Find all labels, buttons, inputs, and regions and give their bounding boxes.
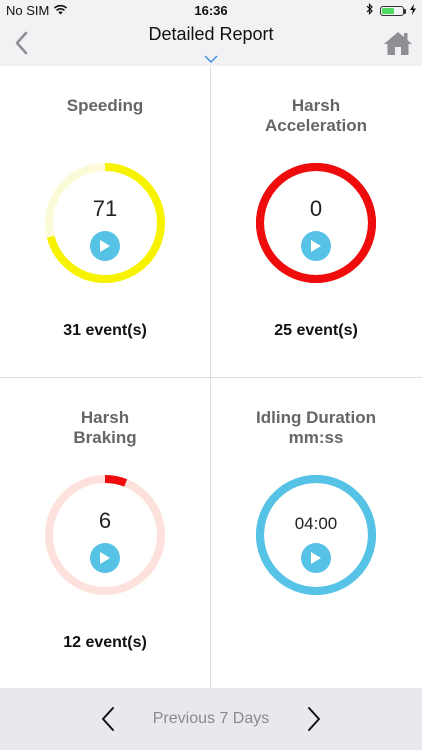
events-count: 31 event(s) <box>63 322 147 339</box>
chevron-down-icon <box>204 55 218 63</box>
speeding-gauge: 71 <box>44 162 166 284</box>
harsh-braking-tile[interactable]: Harsh Braking 6 12 event(s) <box>0 378 210 688</box>
bluetooth-icon <box>366 3 374 18</box>
play-icon <box>100 240 110 252</box>
page-title: Detailed Report <box>148 24 274 44</box>
status-time: 16:36 <box>194 3 228 18</box>
gauge-progress <box>256 475 376 595</box>
play-button[interactable] <box>301 543 331 573</box>
title-dropdown-button[interactable] <box>203 51 219 63</box>
gauge-value: 71 <box>92 196 118 221</box>
harsh-acceleration-tile[interactable]: Harsh Acceleration 0 25 event(s) <box>211 66 421 376</box>
tile-title-line: Harsh <box>80 408 130 427</box>
gauge-track <box>45 475 165 595</box>
tile-title-line: Harsh <box>291 96 341 115</box>
speeding-tile[interactable]: Speeding 71 31 event(s) <box>0 66 210 376</box>
play-button[interactable] <box>90 231 120 261</box>
next-period-button[interactable] <box>302 704 326 734</box>
tile-title-line: Idling Duration <box>256 408 376 427</box>
gauge-value: 6 <box>98 508 112 533</box>
tile-title: Harsh Braking <box>0 408 210 448</box>
chevron-right-icon <box>308 707 320 731</box>
home-icon <box>384 32 412 55</box>
tile-title-line: Acceleration <box>264 116 368 135</box>
report-grid: Speeding 71 31 event(s) Harsh Accelerati… <box>0 66 422 688</box>
app-screen: No SIM 16:36 Detailed Report Speeding 71… <box>0 0 422 750</box>
tile-title: Idling Duration mm:ss <box>211 408 421 448</box>
status-bar: No SIM 16:36 <box>0 0 422 20</box>
gauge-value: 04:00 <box>294 514 338 533</box>
harsh-acceleration-gauge: 0 <box>255 162 377 284</box>
harsh-braking-gauge: 6 <box>44 474 166 596</box>
charging-icon <box>410 3 416 18</box>
play-icon <box>100 552 110 564</box>
gauge-progress <box>256 163 376 283</box>
gauge-value: 0 <box>309 196 323 221</box>
battery-icon <box>380 5 406 16</box>
tile-title-line: Braking <box>73 428 137 447</box>
tile-title-line: mm:ss <box>288 428 344 447</box>
play-icon <box>311 552 321 564</box>
events-count: 12 event(s) <box>63 634 147 651</box>
tile-title: Speeding <box>0 96 210 116</box>
home-button[interactable] <box>382 28 414 58</box>
idling-duration-gauge: 04:00 <box>255 474 377 596</box>
period-selector: Previous 7 Days <box>0 688 422 750</box>
play-icon <box>311 240 321 252</box>
tile-title-line: Speeding <box>66 96 144 115</box>
navigation-bar: Detailed Report <box>0 20 422 66</box>
period-label: Previous 7 Days <box>152 710 270 727</box>
status-right <box>366 3 416 18</box>
tile-title: Harsh Acceleration <box>211 96 421 136</box>
play-button[interactable] <box>90 543 120 573</box>
play-button[interactable] <box>301 231 331 261</box>
events-count: 25 event(s) <box>274 322 358 339</box>
idling-duration-tile[interactable]: Idling Duration mm:ss 04:00 <box>211 378 421 688</box>
